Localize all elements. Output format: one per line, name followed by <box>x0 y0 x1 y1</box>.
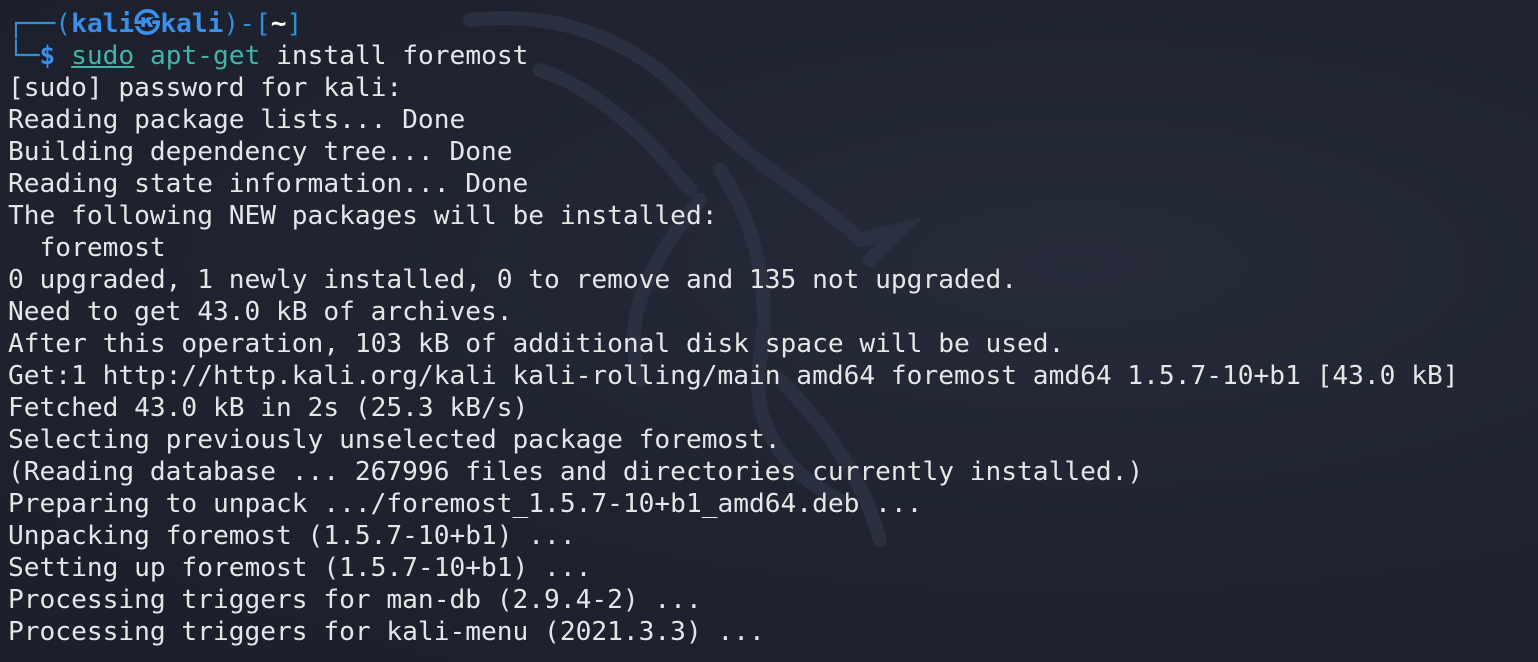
terminal-window[interactable]: ┌──(kali㉿kali)-[~] └─$ sudo apt-get inst… <box>0 0 1538 662</box>
terminal-output: ┌──(kali㉿kali)-[~] └─$ sudo apt-get inst… <box>8 8 1533 648</box>
output-line: Fetched 43.0 kB in 2s (25.3 kB/s) <box>8 393 529 423</box>
command-arguments: install foremost <box>276 41 529 71</box>
output-line: foremost <box>8 233 166 263</box>
prompt-frame-close: ] <box>286 9 303 39</box>
output-line: Selecting previously unselected package … <box>8 425 781 455</box>
output-line: Preparing to unpack .../foremost_1.5.7-1… <box>8 489 923 519</box>
output-line: 0 upgraded, 1 newly installed, 0 to remo… <box>8 265 1018 295</box>
prompt-frame-mid: )-[ <box>223 9 271 39</box>
output-line: Unpacking foremost (1.5.7-10+b1) ... <box>8 521 576 551</box>
output-line: Reading package lists... Done <box>8 105 466 135</box>
output-line: (Reading database ... 267996 files and d… <box>8 457 1144 487</box>
prompt-at-symbol: ㉿ <box>134 9 161 39</box>
output-line: Setting up foremost (1.5.7-10+b1) ... <box>8 553 592 583</box>
prompt-host: kali <box>160 9 224 39</box>
output-line: Reading state information... Done <box>8 169 529 199</box>
output-line: After this operation, 103 kB of addition… <box>8 329 1065 359</box>
prompt-frame-open: ┌──( <box>8 9 72 39</box>
output-line: Get:1 http://http.kali.org/kali kali-rol… <box>8 361 1459 391</box>
prompt-symbol: $ <box>39 41 56 71</box>
prompt-frame-corner: └─ <box>8 41 40 71</box>
output-line: Processing triggers for man-db (2.9.4-2)… <box>8 585 702 615</box>
prompt-line-2: └─$ sudo apt-get install foremost <box>8 40 1533 72</box>
prompt-user: kali <box>71 9 135 39</box>
prompt-line-1: ┌──(kali㉿kali)-[~] <box>8 8 1533 40</box>
output-line: Processing triggers for kali-menu (2021.… <box>8 617 765 647</box>
output-line: Need to get 43.0 kB of archives. <box>8 297 513 327</box>
output-line: [sudo] password for kali: <box>8 73 403 103</box>
command-sudo: sudo <box>71 41 135 71</box>
output-line: The following NEW packages will be insta… <box>8 201 718 231</box>
prompt-path: ~ <box>270 9 287 39</box>
command-binary: apt-get <box>149 41 261 71</box>
output-line: Building dependency tree... Done <box>8 137 513 167</box>
